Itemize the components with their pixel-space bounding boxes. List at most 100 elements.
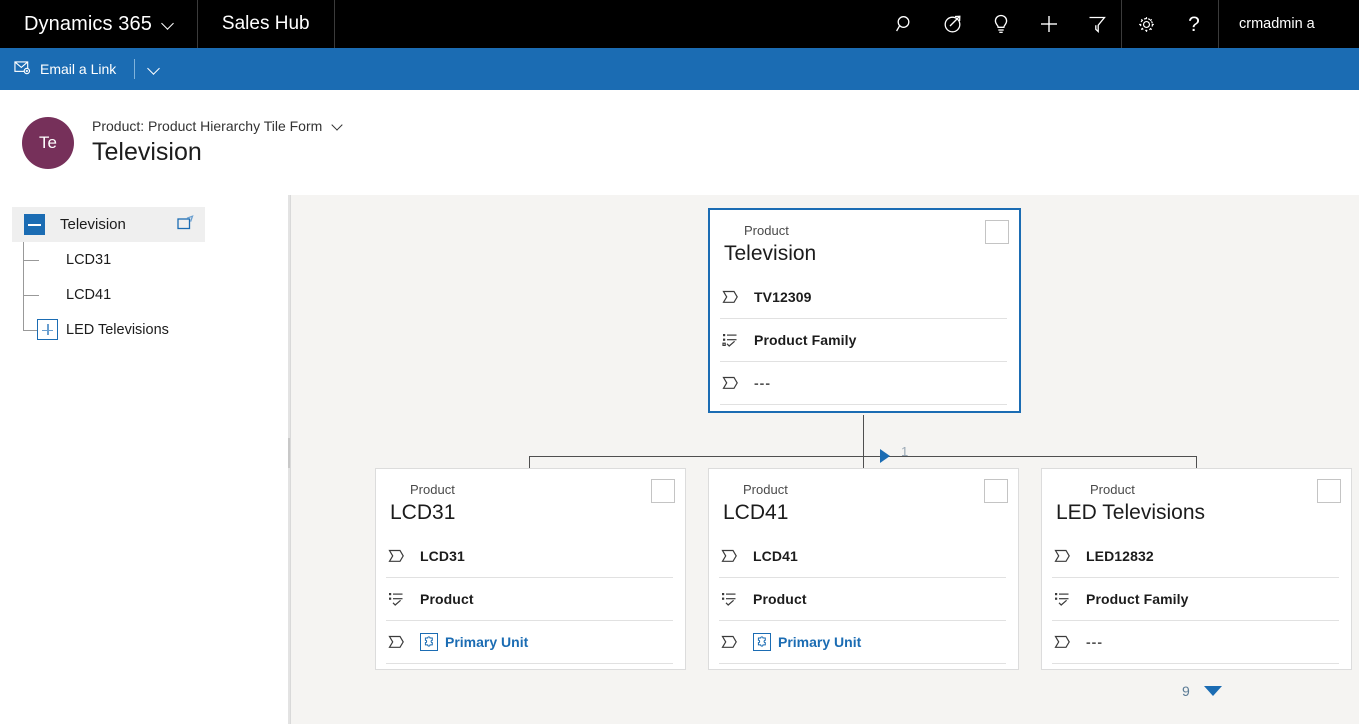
card-field-row: LED12832 bbox=[1052, 535, 1339, 578]
text-field-icon bbox=[1052, 546, 1072, 566]
form-selector-label: Product: Product Hierarchy Tile Form bbox=[92, 118, 323, 134]
card-entity-label: Product bbox=[743, 482, 788, 497]
hierarchy-card-led-televisions[interactable]: Product LED Televisions LED12832 Product… bbox=[1041, 468, 1352, 670]
card-field-link-primary-unit[interactable]: Primary Unit bbox=[420, 633, 528, 651]
hierarchy-tree: Television LCD31 LCD41 LED Televisions bbox=[0, 195, 290, 347]
optionset-icon bbox=[1052, 589, 1072, 609]
card-field-rows: LED12832 Product Family --- bbox=[1042, 531, 1351, 664]
command-bar-overflow-button[interactable] bbox=[137, 48, 171, 90]
play-triangle-icon[interactable] bbox=[880, 449, 890, 463]
card-select-checkbox[interactable] bbox=[985, 220, 1009, 244]
card-header: Product LCD31 bbox=[376, 469, 685, 531]
card-select-checkbox[interactable] bbox=[1317, 479, 1341, 503]
connector-vertical-parent bbox=[863, 415, 864, 457]
record-header-text: Product: Product Hierarchy Tile Form Tel… bbox=[92, 118, 345, 167]
card-header: Product Television bbox=[710, 210, 1019, 272]
card-entity-label: Product bbox=[410, 482, 455, 497]
tree-connector-vertical bbox=[23, 295, 24, 312]
card-field-row: Primary Unit bbox=[719, 621, 1006, 664]
card-field-rows: TV12309 Product Family --- bbox=[710, 272, 1019, 405]
sidebar-item-lcd41[interactable]: LCD41 bbox=[0, 277, 290, 312]
chevron-down-icon bbox=[332, 120, 345, 133]
record-header: Te Product: Product Hierarchy Tile Form … bbox=[0, 90, 1359, 195]
hierarchy-card-television[interactable]: Product Television TV12309 Product Famil… bbox=[708, 208, 1021, 413]
user-name-label: crmadmin a bbox=[1239, 16, 1315, 32]
card-field-link-label: Primary Unit bbox=[445, 634, 529, 650]
card-field-row: Product bbox=[719, 578, 1006, 621]
card-field-value: LED12832 bbox=[1086, 548, 1154, 564]
app-title[interactable]: Sales Hub bbox=[198, 0, 335, 48]
card-field-row: Product Family bbox=[1052, 578, 1339, 621]
card-title: LED Televisions bbox=[1056, 501, 1206, 524]
card-field-row: LCD31 bbox=[386, 535, 673, 578]
entity-puzzle-icon bbox=[420, 633, 438, 651]
hierarchy-card-lcd31[interactable]: Product LCD31 LCD31 Product Primary Unit bbox=[375, 468, 686, 670]
text-field-icon bbox=[719, 632, 739, 652]
optionset-icon bbox=[719, 589, 739, 609]
sidebar-item-label: LCD31 bbox=[66, 251, 112, 268]
gear-icon[interactable] bbox=[1122, 0, 1170, 48]
card-field-value: --- bbox=[754, 375, 771, 391]
email-link-icon bbox=[14, 60, 31, 78]
body-area: Television LCD31 LCD41 LED Televisions 1… bbox=[0, 195, 1359, 724]
card-field-row: TV12309 bbox=[720, 276, 1007, 319]
chevron-down-icon[interactable] bbox=[162, 18, 175, 31]
sidebar-item-led-televisions[interactable]: LED Televisions bbox=[0, 312, 290, 347]
sidebar-item-label: LED Televisions bbox=[66, 321, 169, 338]
card-field-value: --- bbox=[1086, 634, 1103, 650]
card-field-row: LCD41 bbox=[719, 535, 1006, 578]
card-field-value: LCD31 bbox=[420, 548, 465, 564]
text-field-icon bbox=[1052, 632, 1072, 652]
topbar-icon-group-primary bbox=[881, 0, 1121, 48]
email-a-link-label: Email a Link bbox=[40, 61, 117, 77]
card-field-value: Product Family bbox=[754, 332, 857, 348]
open-in-new-window-icon[interactable] bbox=[177, 215, 195, 231]
text-field-icon bbox=[719, 546, 739, 566]
expand-plus-icon[interactable] bbox=[37, 319, 58, 340]
card-field-row: --- bbox=[720, 362, 1007, 405]
card-field-value: Product bbox=[420, 591, 474, 607]
dynamics365-brand-button[interactable]: Dynamics 365 bbox=[0, 0, 198, 48]
card-select-checkbox[interactable] bbox=[651, 479, 675, 503]
app-title-label: Sales Hub bbox=[221, 13, 310, 34]
text-field-icon bbox=[720, 287, 740, 307]
command-bar-divider bbox=[134, 59, 136, 79]
card-header: Product LED Televisions bbox=[1042, 469, 1351, 531]
tree-connector bbox=[23, 277, 39, 296]
filter-icon[interactable] bbox=[1073, 0, 1121, 48]
entity-puzzle-icon bbox=[753, 633, 771, 651]
card-field-row: Product Family bbox=[720, 319, 1007, 362]
text-field-icon bbox=[386, 632, 406, 652]
command-bar: Email a Link bbox=[0, 48, 1359, 90]
optionset-icon bbox=[720, 330, 740, 350]
lightbulb-icon[interactable] bbox=[977, 0, 1025, 48]
sidebar-item-lcd31[interactable]: LCD31 bbox=[0, 242, 290, 277]
avatar-initials: Te bbox=[39, 132, 57, 152]
collapse-minus-icon[interactable] bbox=[24, 214, 45, 235]
user-account-button[interactable]: crmadmin a bbox=[1218, 0, 1359, 48]
card-field-link-primary-unit[interactable]: Primary Unit bbox=[753, 633, 861, 651]
hierarchy-tree-sidebar: Television LCD31 LCD41 LED Televisions bbox=[0, 195, 291, 724]
chevron-down-filled-icon[interactable] bbox=[1203, 686, 1222, 696]
sidebar-item-television[interactable]: Television bbox=[12, 207, 205, 242]
tree-connector bbox=[23, 242, 39, 261]
assistant-icon[interactable] bbox=[929, 0, 977, 48]
email-a-link-button[interactable]: Email a Link bbox=[0, 48, 126, 90]
page-title: Television bbox=[92, 138, 202, 166]
card-field-value: LCD41 bbox=[753, 548, 798, 564]
sidebar-item-label: Television bbox=[60, 216, 126, 233]
help-icon[interactable]: ? bbox=[1170, 0, 1218, 48]
connector-count-label: 1 bbox=[901, 444, 909, 459]
form-selector[interactable]: Product: Product Hierarchy Tile Form bbox=[92, 118, 345, 134]
hierarchy-card-lcd41[interactable]: Product LCD41 LCD41 Product Primary Unit bbox=[708, 468, 1019, 670]
search-icon[interactable] bbox=[881, 0, 929, 48]
card-select-checkbox[interactable] bbox=[984, 479, 1008, 503]
card-field-rows: LCD41 Product Primary Unit bbox=[709, 531, 1018, 664]
plus-icon[interactable] bbox=[1025, 0, 1073, 48]
pager-count-label: 9 bbox=[1182, 683, 1190, 699]
hierarchy-pager[interactable]: 9 bbox=[1182, 683, 1222, 699]
card-title: LCD31 bbox=[390, 501, 456, 524]
avatar: Te bbox=[22, 116, 74, 169]
optionset-icon bbox=[386, 589, 406, 609]
